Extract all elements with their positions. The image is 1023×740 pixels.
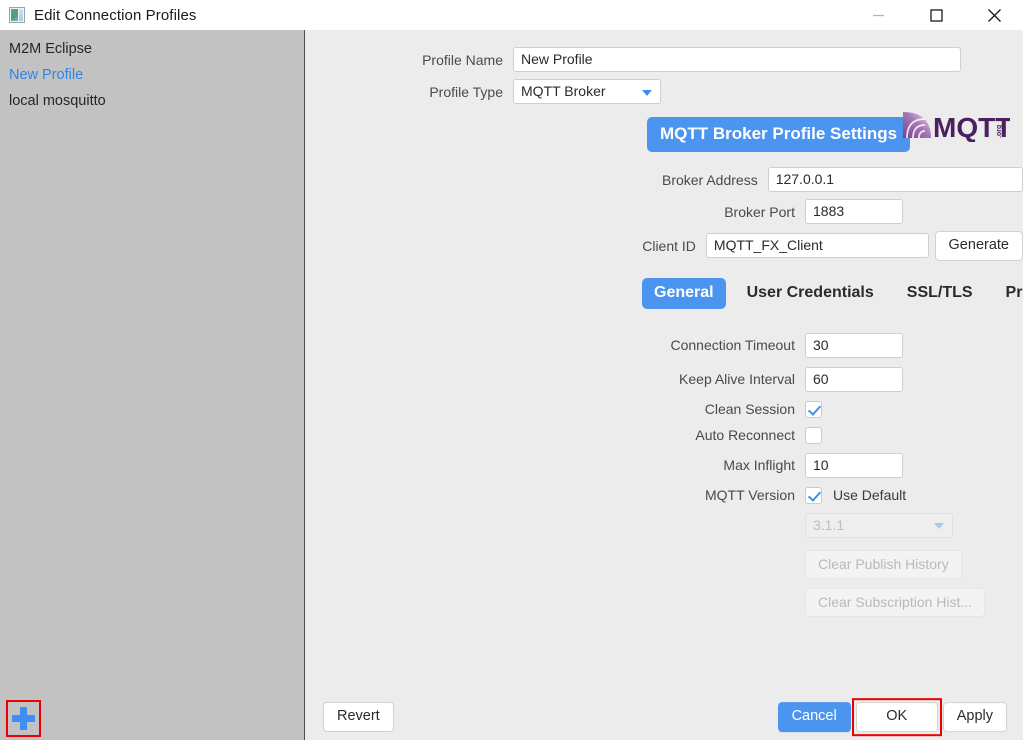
window-title: Edit Connection Profiles <box>34 6 197 24</box>
use-default-label: Use Default <box>833 487 907 504</box>
max-inflight-input[interactable]: 10 <box>805 452 903 478</box>
ok-button[interactable]: OK <box>855 702 938 732</box>
profile-type-select[interactable]: MQTT Broker <box>513 79 661 104</box>
mqtt-org-logo: MQTT .org <box>903 112 1010 142</box>
apply-button[interactable]: Apply <box>942 702 1007 732</box>
broker-address-row: Broker Address 127.0.0.1 <box>305 167 1023 192</box>
profile-editor-panel: MQTT .org Profile Name New Profile Profi… <box>305 30 1023 740</box>
close-button[interactable] <box>965 0 1023 30</box>
window-body: M2M Eclipse New Profile local mosquitto <box>0 30 1023 740</box>
use-default-checkbox[interactable] <box>805 486 822 504</box>
auto-reconnect-checkbox[interactable] <box>805 426 822 444</box>
add-profile-button[interactable] <box>6 699 41 737</box>
client-id-input[interactable]: MQTT_FX_Client <box>705 233 929 259</box>
clear-publish-history-row: Clear Publish History <box>305 549 1023 579</box>
window-controls <box>849 0 1023 30</box>
mqtt-version-row: MQTT Version Use Default <box>305 486 1023 504</box>
broker-settings-form: Broker Address 127.0.0.1 Broker Port 188… <box>305 167 1023 261</box>
profile-type-row: Profile Type MQTT Broker <box>305 79 1001 104</box>
profile-editor-content: MQTT .org Profile Name New Profile Profi… <box>305 30 1023 694</box>
client-id-row: Client ID MQTT_FX_Client Generate <box>305 231 1023 261</box>
footer-action-buttons: Cancel OK Apply <box>777 698 1007 736</box>
maximize-button[interactable] <box>907 0 965 30</box>
ok-button-wrapper: OK <box>851 698 942 736</box>
max-inflight-label: Max Inflight <box>723 457 795 474</box>
minimize-button[interactable] <box>849 0 907 30</box>
broker-port-input[interactable]: 1883 <box>805 199 903 224</box>
mqtt-version-select[interactable]: 3.1.1 <box>805 512 953 538</box>
max-inflight-row: Max Inflight 10 <box>305 452 1023 478</box>
clear-subscription-history-row: Clear Subscription Hist... <box>305 587 1023 617</box>
title-bar: Edit Connection Profiles <box>0 0 1023 30</box>
profile-name-input[interactable]: New Profile <box>513 47 961 72</box>
clean-session-row: Clean Session <box>305 400 1023 418</box>
auto-reconnect-label: Auto Reconnect <box>695 427 795 444</box>
chevron-down-icon <box>934 523 944 530</box>
mqtt-version-label: MQTT Version <box>705 487 795 504</box>
tab-proxy[interactable]: Proxy <box>994 278 1023 309</box>
connection-timeout-label: Connection Timeout <box>670 337 795 354</box>
general-tab-panel: Connection Timeout 30 Keep Alive Interva… <box>305 332 1023 617</box>
tab-user-credentials[interactable]: User Credentials <box>735 278 886 309</box>
settings-tabs: General User Credentials SSL/TLS Proxy L… <box>305 277 1023 309</box>
broker-address-input[interactable]: 127.0.0.1 <box>767 167 1023 192</box>
tab-ssl-tls[interactable]: SSL/TLS <box>895 278 985 309</box>
mqtt-logo-suffix: .org <box>996 125 1003 138</box>
clean-session-label: Clean Session <box>704 401 795 418</box>
broker-port-label: Broker Port <box>724 203 795 220</box>
connection-timeout-row: Connection Timeout 30 <box>305 332 1023 358</box>
broker-port-row: Broker Port 1883 <box>305 199 1023 224</box>
profile-list-item[interactable]: local mosquitto <box>0 88 304 114</box>
edit-connection-profiles-window: Edit Connection Profiles M2M Eclipse New… <box>0 0 1023 740</box>
clear-publish-history-button[interactable]: Clear Publish History <box>805 549 962 579</box>
keep-alive-interval-input[interactable]: 60 <box>805 366 903 392</box>
profiles-sidebar: M2M Eclipse New Profile local mosquitto <box>0 30 305 740</box>
app-window-icon <box>9 7 25 23</box>
mqtt-version-value: 3.1.1 <box>813 516 845 533</box>
auto-reconnect-row: Auto Reconnect <box>305 426 1023 444</box>
cancel-button[interactable]: Cancel <box>777 702 851 732</box>
profile-name-row: Profile Name New Profile <box>305 47 1001 72</box>
tab-general[interactable]: General <box>642 277 726 309</box>
sidebar-footer <box>0 696 304 740</box>
profile-header-form: Profile Name New Profile Profile Type MQ… <box>305 30 1023 104</box>
keep-alive-row: Keep Alive Interval 60 <box>305 366 1023 392</box>
mqtt-broker-profile-settings-badge: MQTT Broker Profile Settings <box>647 117 911 152</box>
clear-subscription-history-button[interactable]: Clear Subscription Hist... <box>805 587 986 617</box>
connection-timeout-input[interactable]: 30 <box>805 332 903 358</box>
profile-list-item-selected[interactable]: New Profile <box>0 62 304 88</box>
mqtt-version-select-row: 3.1.1 <box>305 512 1023 538</box>
generate-client-id-button[interactable]: Generate <box>934 231 1023 261</box>
profile-list-item[interactable]: M2M Eclipse <box>0 36 304 62</box>
revert-button[interactable]: Revert <box>323 702 394 732</box>
keep-alive-interval-label: Keep Alive Interval <box>679 371 795 388</box>
dialog-footer: Revert Cancel OK Apply <box>305 694 1023 740</box>
profile-list: M2M Eclipse New Profile local mosquitto <box>0 30 304 696</box>
profile-type-label: Profile Type <box>429 83 503 100</box>
plus-icon <box>12 706 35 730</box>
profile-type-value: MQTT Broker <box>521 83 606 99</box>
profile-name-label: Profile Name <box>422 51 503 68</box>
broker-address-label: Broker Address <box>661 171 758 188</box>
client-id-label: Client ID <box>642 237 696 254</box>
clean-session-checkbox[interactable] <box>805 400 822 418</box>
chevron-down-icon <box>642 89 652 96</box>
